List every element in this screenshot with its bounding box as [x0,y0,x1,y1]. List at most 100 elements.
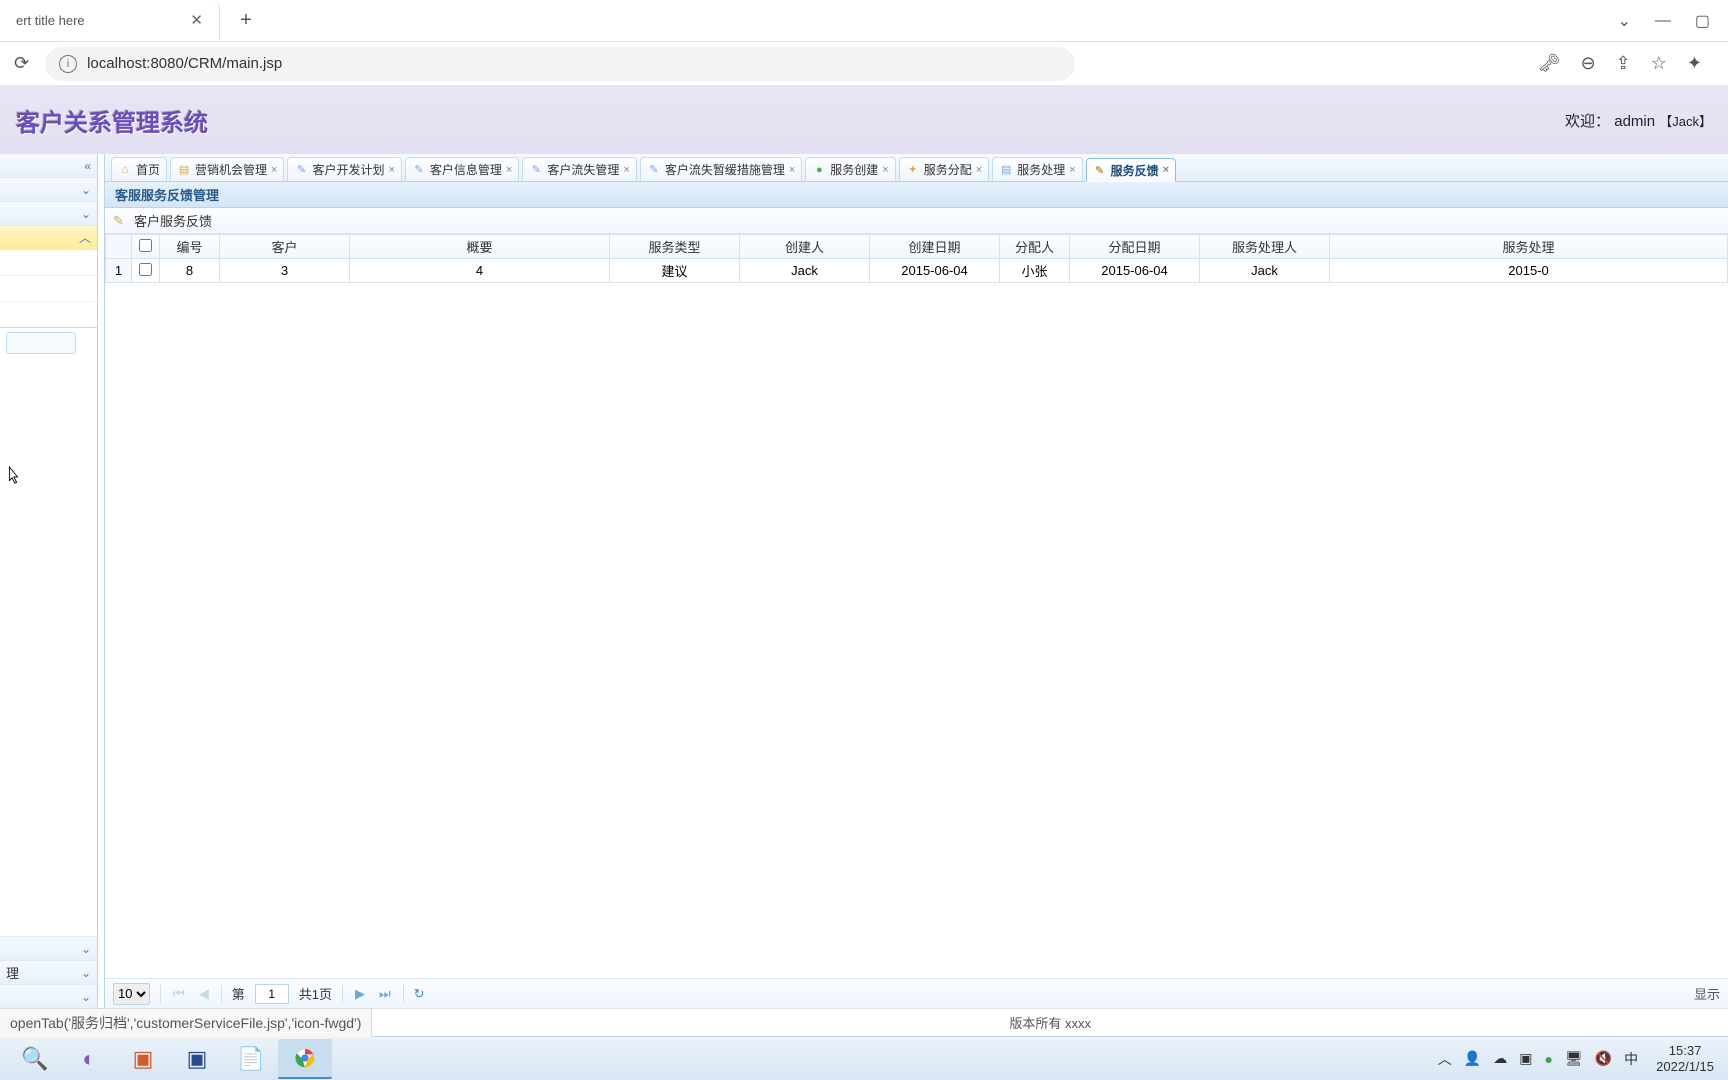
page-input[interactable] [255,984,289,1004]
tab-service-assign[interactable]: ✦ 服务分配 × [899,157,989,181]
close-icon[interactable]: ✕ [186,9,207,31]
browser-tab[interactable]: ert title here ✕ [0,0,220,40]
tray-chevron-icon[interactable]: ︿ [1438,1049,1452,1069]
taskbar-app-ide[interactable]: ▣ [170,1039,224,1079]
close-icon[interactable]: × [388,164,394,176]
collapse-icon: « [84,159,91,173]
edit-icon: ✎ [294,163,308,177]
taskbar-clock[interactable]: 15:37 2022/1/15 [1650,1043,1720,1074]
col-rownum [106,235,132,259]
col-creator[interactable]: 创建人 [740,235,870,259]
close-icon[interactable]: × [623,164,629,176]
sidebar: « ⌄ ⌄ ︿ ⌄ 理 ⌄ ⌄ [0,154,98,1008]
tray-ime[interactable]: 中 [1624,1049,1638,1069]
tab-marketing[interactable]: ▤ 营销机会管理 × [170,157,284,181]
reload-icon[interactable]: ⟳ [10,49,33,78]
tray-wechat-icon[interactable]: ● [1544,1051,1552,1067]
close-icon[interactable]: × [1069,164,1075,176]
taskbar-app-ppt[interactable]: ▣ [116,1039,170,1079]
cell-handler: Jack [1200,259,1330,283]
tabs-bar: ⌂ 首页 ▤ 营销机会管理 × ✎ 客户开发计划 × ✎ 客户信息管理 × ✎ … [105,154,1728,182]
sidebar-item[interactable] [0,302,97,328]
separator [403,985,404,1003]
sidebar-section-1[interactable]: ⌄ [0,178,97,202]
maximize-button[interactable]: ▢ [1695,11,1710,31]
close-icon[interactable]: × [789,164,795,176]
tab-customer-loss-delay[interactable]: ✎ 客户流失暂缓措施管理 × [640,157,802,181]
sidebar-item[interactable] [0,276,97,302]
tray-user-icon[interactable]: 👤 [1464,1050,1481,1067]
system-tray: ︿ 👤 ☁ ▣ ● 🖥 🔇 中 15:37 2022/1/15 [1438,1043,1720,1074]
tab-service-process[interactable]: ▤ 服务处理 × [992,157,1082,181]
next-page-button[interactable]: ▶ [353,986,367,1002]
tray-volume-icon[interactable]: 🔇 [1595,1050,1612,1067]
col-create-date[interactable]: 创建日期 [870,235,1000,259]
tabs-dropdown-icon[interactable]: ⌄ [1617,11,1630,31]
page-size-select[interactable]: 10 [113,983,150,1005]
new-tab-button[interactable]: + [228,2,264,38]
select-all-checkbox[interactable] [139,239,152,252]
last-page-button[interactable]: ⏭ [377,986,393,1002]
close-icon[interactable]: × [882,164,888,176]
key-icon[interactable]: 🗝 [1538,53,1561,74]
taskbar-app-notepad[interactable]: 📄 [224,1039,278,1079]
sidebar-section-bottom2[interactable]: 理 ⌄ [0,960,97,984]
tab-develop-plan[interactable]: ✎ 客户开发计划 × [287,157,401,181]
cell-assign-date: 2015-06-04 [1070,259,1200,283]
taskbar-app-eclipse[interactable]: ◐ [62,1039,116,1079]
minimize-button[interactable]: — [1655,12,1671,30]
col-assign-date[interactable]: 分配日期 [1070,235,1200,259]
footer-text: 版本所有 xxxx [372,1013,1728,1032]
sidebar-item[interactable] [0,250,97,276]
chevron-down-icon: ⌄ [81,183,91,197]
tab-customer-info[interactable]: ✎ 客户信息管理 × [405,157,519,181]
sidebar-input[interactable] [6,332,76,354]
page-info: 显示 [1694,984,1720,1003]
zoom-icon[interactable]: ⊖ [1581,53,1596,74]
close-icon[interactable]: × [976,164,982,176]
close-icon[interactable]: × [1163,164,1169,176]
col-service-type[interactable]: 服务类型 [610,235,740,259]
col-id[interactable]: 编号 [160,235,220,259]
tab-customer-loss[interactable]: ✎ 客户流失管理 × [522,157,636,181]
tab-service-create[interactable]: ● 服务创建 × [805,157,895,181]
search-icon[interactable]: 🔍 [8,1039,62,1079]
sidebar-section-2[interactable]: ⌄ [0,202,97,226]
col-summary[interactable]: 概要 [350,235,610,259]
cell-rownum: 1 [106,259,132,283]
prev-page-button[interactable]: ◀ [197,986,211,1002]
grid-toolbar: ✎ 客户服务反馈 [105,208,1728,234]
tray-network-icon[interactable]: 🖥 [1565,1050,1583,1067]
cell-create-date: 2015-06-04 [870,259,1000,283]
sidebar-section-bottom3[interactable]: ⌄ [0,984,97,1008]
col-handler[interactable]: 服务处理人 [1200,235,1330,259]
tray-cloud-icon[interactable]: ☁ [1493,1050,1507,1067]
cell-id: 8 [160,259,220,283]
feedback-icon: ✎ [1093,163,1107,177]
close-icon[interactable]: × [271,164,277,176]
extensions-icon[interactable]: ✦ [1687,53,1702,74]
col-assignee[interactable]: 分配人 [1000,235,1070,259]
row-checkbox[interactable] [139,263,152,276]
col-customer[interactable]: 客户 [220,235,350,259]
bookmark-icon[interactable]: ☆ [1651,53,1667,74]
data-grid[interactable]: 编号 客户 概要 服务类型 创建人 创建日期 分配人 分配日期 服务处理人 服务… [105,234,1728,978]
close-icon[interactable]: × [506,164,512,176]
tab-service-feedback[interactable]: ✎ 服务反馈 × [1086,158,1176,182]
sidebar-item-label: 理 [6,963,19,982]
sidebar-section-bottom1[interactable]: ⌄ [0,936,97,960]
share-icon[interactable]: ⇪ [1616,53,1631,74]
sidebar-section-active[interactable]: ︿ [0,226,97,250]
info-icon[interactable]: i [59,55,77,73]
url-text: localhost:8080/CRM/main.jsp [87,55,282,72]
col-handle-date[interactable]: 服务处理 [1330,235,1728,259]
tab-home[interactable]: ⌂ 首页 [111,157,167,181]
table-row[interactable]: 1 8 3 4 建议 Jack 2015-06-04 小张 2015-06-04… [106,259,1728,283]
tray-app-icon[interactable]: ▣ [1519,1050,1532,1067]
taskbar-app-chrome[interactable] [278,1039,332,1079]
first-page-button[interactable]: ⏮ [171,986,187,1002]
address-bar[interactable]: i localhost:8080/CRM/main.jsp [45,47,1075,81]
chevron-down-icon: ⌄ [81,942,91,956]
sidebar-collapse-button[interactable]: « [0,154,97,178]
refresh-button[interactable]: ↻ [414,986,425,1002]
